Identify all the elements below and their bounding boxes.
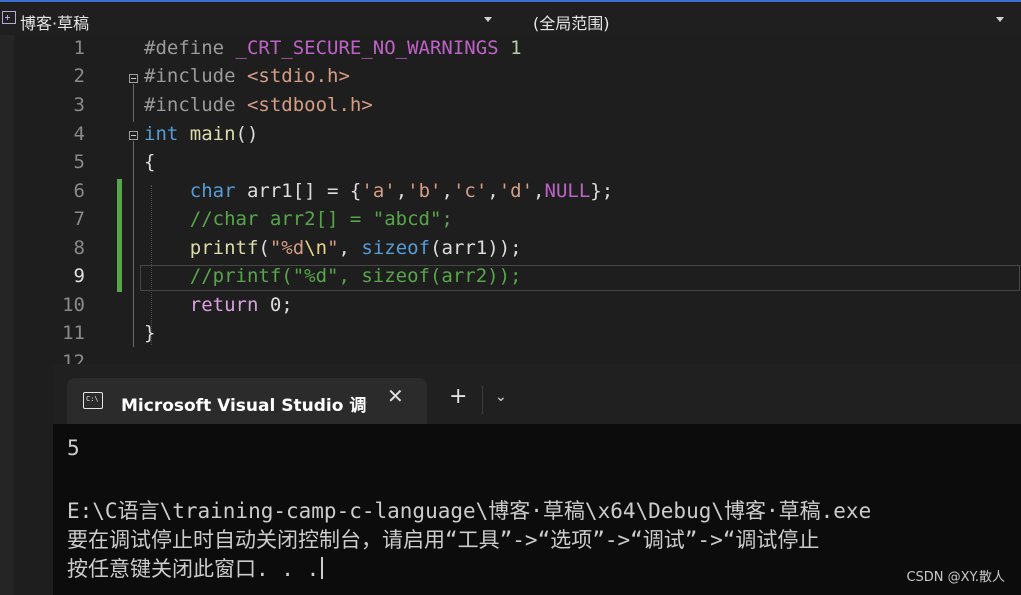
terminal-icon: C:\ xyxy=(83,392,103,409)
string-literal: " xyxy=(327,237,339,259)
console-prompt-text: 按任意键关闭此窗口. . . xyxy=(67,557,320,581)
chevron-down-icon[interactable] xyxy=(484,17,492,22)
code-text: 0; xyxy=(258,294,293,316)
code-text: , xyxy=(533,180,545,202)
code-text: , xyxy=(338,237,362,259)
macro-name: NULL xyxy=(544,180,591,202)
char-literal: 'c' xyxy=(452,180,488,202)
preprocessor: #include xyxy=(144,94,247,116)
project-icon xyxy=(2,11,16,24)
chevron-down-icon[interactable]: ⌄ xyxy=(495,390,507,404)
function-name: main xyxy=(178,123,236,145)
include-header: <stdio.h> xyxy=(246,65,350,87)
line-number: 1 xyxy=(73,37,85,59)
console-titlebar: C:\ Microsoft Visual Studio 调试控制台 ✕ + ⌄ xyxy=(53,364,1021,424)
scope-label: (全局范围) xyxy=(533,14,610,33)
console-output-line: 5 xyxy=(67,436,80,460)
console-tab[interactable]: C:\ Microsoft Visual Studio 调试控制台 ✕ xyxy=(67,378,427,424)
project-dropdown[interactable]: 博客·草稿 xyxy=(0,2,497,35)
tab-separator xyxy=(482,386,483,414)
function-name: printf xyxy=(189,237,259,259)
line-number: 5 xyxy=(73,151,85,173)
console-tab-title: Microsoft Visual Studio 调试控制台 xyxy=(121,396,367,416)
line-number: 9 xyxy=(73,265,85,287)
string-literal: "%d xyxy=(269,237,305,259)
code-text: } xyxy=(144,322,156,344)
keyword: char xyxy=(189,180,236,202)
macro-name: _CRT_SECURE_NO_WARNINGS xyxy=(235,37,499,59)
code-line: 7 //char arr2[] = "abcd"; xyxy=(0,206,1021,234)
console-output-line-last: 按任意键关闭此窗口. . . xyxy=(67,553,324,583)
code-text: , xyxy=(487,180,499,202)
preprocessor: #define xyxy=(144,37,236,59)
char-literal: 'a' xyxy=(361,180,396,202)
keyword: return xyxy=(189,294,259,316)
keyword: int xyxy=(144,123,179,145)
close-icon[interactable]: ✕ xyxy=(387,386,404,406)
console-output-line: 要在调试停止时自动关闭控制台，请启用“工具”->“选项”->“调试”->“调试停… xyxy=(67,528,820,552)
project-name: 博客·草稿 xyxy=(20,14,90,33)
char-literal: 'd' xyxy=(498,180,534,202)
escape-sequence: \n xyxy=(304,237,328,259)
code-line: 8 printf("%d\n", sizeof(arr1)); xyxy=(0,235,1021,263)
console-output-line: E:\C语言\training-camp-c-language\博客·草稿\x6… xyxy=(67,499,872,523)
include-header: <stdbool.h> xyxy=(246,94,373,116)
code-text: arr1[] = { xyxy=(235,180,362,202)
code-line: 5 { xyxy=(0,149,1021,177)
line-number: 10 xyxy=(62,294,85,316)
line-number: 6 xyxy=(73,180,85,202)
code-line: 3 #include <stdbool.h> xyxy=(0,92,1021,120)
scope-dropdown[interactable]: (全局范围) xyxy=(498,2,1021,35)
line-number: 4 xyxy=(73,123,85,145)
debug-console-window[interactable]: C:\ Microsoft Visual Studio 调试控制台 ✕ + ⌄ … xyxy=(53,364,1021,595)
code-line: 4 int main() xyxy=(0,121,1021,149)
line-number: 7 xyxy=(73,208,85,230)
watermark: CSDN @XY.散人 xyxy=(906,570,1005,585)
code-line: 2 #include <stdio.h> xyxy=(0,63,1021,91)
chevron-down-icon[interactable] xyxy=(996,17,1004,22)
code-text: () xyxy=(235,123,259,145)
code-line-current: 9 //printf("%d", sizeof(arr2)); xyxy=(0,263,1021,291)
navigation-bar: 博客·草稿 (全局范围) xyxy=(0,0,1021,35)
code-text: }; xyxy=(590,180,614,202)
char-literal: 'b' xyxy=(407,180,442,202)
keyword: sizeof xyxy=(361,237,431,259)
code-text: , xyxy=(441,180,453,202)
number-literal: 1 xyxy=(498,37,522,59)
line-number: 8 xyxy=(73,237,85,259)
line-number: 2 xyxy=(73,65,85,87)
code-text: ( xyxy=(258,237,270,259)
preprocessor: #include xyxy=(144,65,247,87)
code-text: , xyxy=(395,180,408,202)
code-text: { xyxy=(144,151,156,173)
code-line: 6 char arr1[] = {'a','b','c','d',NULL}; xyxy=(0,178,1021,206)
comment: //char arr2[] = "abcd"; xyxy=(189,208,453,230)
code-line: 11 } xyxy=(0,320,1021,348)
code-line: 1 #define _CRT_SECURE_NO_WARNINGS 1 xyxy=(0,35,1021,63)
line-number: 3 xyxy=(73,94,85,116)
new-tab-button[interactable]: + xyxy=(449,386,467,408)
line-number: 11 xyxy=(62,322,85,344)
text-cursor xyxy=(321,557,324,579)
code-text: (arr1)); xyxy=(430,237,522,259)
code-line: 10 return 0; xyxy=(0,292,1021,320)
terminal-icon-text: C:\ xyxy=(86,395,99,403)
comment: //printf("%d", sizeof(arr2)); xyxy=(189,265,522,287)
